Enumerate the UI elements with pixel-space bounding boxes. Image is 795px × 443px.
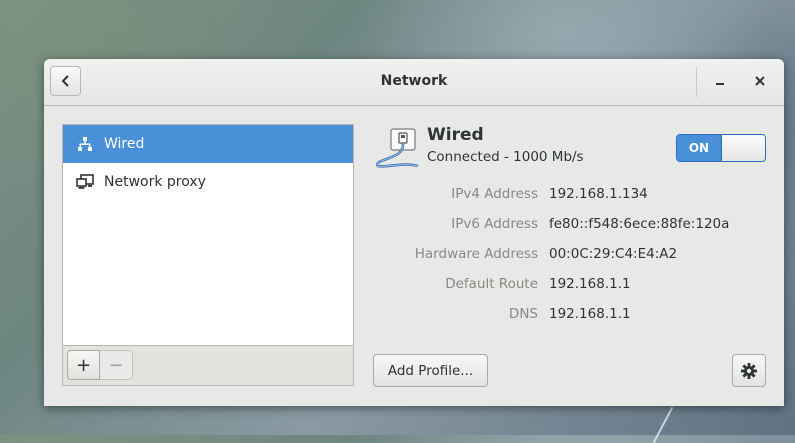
default-route-value: 192.168.1.1 <box>549 276 631 292</box>
dns-label: DNS <box>508 306 538 322</box>
header-bar: Network <box>44 59 784 106</box>
network-settings-window: Network Wired Network proxy + − Wired Co… <box>44 59 784 406</box>
window-title: Network <box>380 73 448 89</box>
list-item-wired[interactable]: Wired <box>63 125 353 163</box>
remove-connection-button[interactable]: − <box>100 350 133 380</box>
gear-icon <box>741 362 757 379</box>
add-connection-button[interactable]: + <box>67 350 100 380</box>
add-profile-button[interactable]: Add Profile... <box>373 354 488 387</box>
hardware-address-value: 00:0C:29:C4:E4:A2 <box>549 246 678 262</box>
toggle-knob <box>720 135 765 161</box>
device-list: Wired Network proxy <box>62 124 354 346</box>
close-button[interactable] <box>750 71 770 91</box>
close-icon <box>755 76 765 86</box>
header-separator <box>696 67 697 97</box>
list-item-label: Network proxy <box>104 174 206 190</box>
network-proxy-icon <box>76 173 94 191</box>
wired-network-icon <box>76 135 94 153</box>
default-route-label: Default Route <box>445 276 538 292</box>
minimize-button[interactable] <box>710 71 730 91</box>
settings-button[interactable] <box>732 354 766 387</box>
toggle-on-label: ON <box>677 135 721 161</box>
dns-value: 192.168.1.1 <box>549 306 631 322</box>
ipv6-label: IPv6 Address <box>451 216 538 232</box>
connection-toggle[interactable]: ON <box>676 134 766 162</box>
wallpaper-streak <box>652 406 674 443</box>
list-toolbar: + − <box>62 346 354 386</box>
list-item-label: Wired <box>104 136 145 152</box>
hardware-address-label: Hardware Address <box>414 246 538 262</box>
ipv4-label: IPv4 Address <box>451 186 538 202</box>
connection-title: Wired <box>427 125 484 145</box>
minimize-icon <box>716 83 724 85</box>
ipv4-value: 192.168.1.134 <box>549 186 648 202</box>
connection-status: Connected - 1000 Mb/s <box>427 149 584 165</box>
ethernet-cable-icon <box>375 128 419 168</box>
list-item-network-proxy[interactable]: Network proxy <box>63 163 353 201</box>
ipv6-value: fe80::f548:6ece:88fe:120a <box>549 216 730 232</box>
